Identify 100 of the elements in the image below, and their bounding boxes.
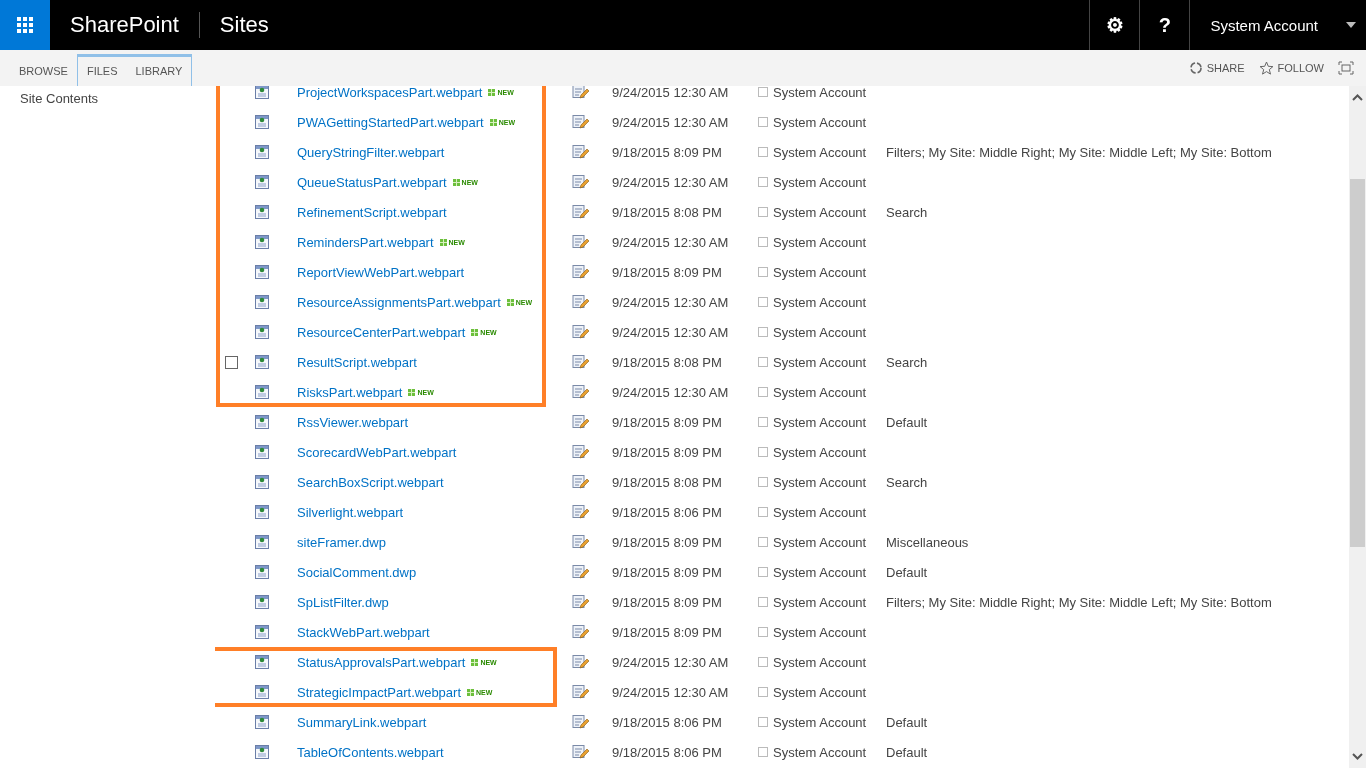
presence-icon — [758, 537, 768, 547]
webpart-file-icon — [254, 234, 270, 250]
group-text: Search — [886, 474, 928, 490]
app-launcher-button[interactable] — [0, 0, 50, 50]
file-name-link[interactable]: RisksPart.webpart — [297, 384, 403, 400]
edit-properties-icon[interactable] — [572, 654, 589, 670]
ribbon-tab[interactable]: FILES — [77, 57, 127, 86]
modified-date: 9/18/2015 8:09 PM — [612, 534, 723, 550]
edit-properties-icon[interactable] — [572, 86, 589, 100]
file-name-link[interactable]: QueryStringFilter.webpart — [297, 144, 445, 160]
file-name-link[interactable]: ResourceAssignmentsPart.webpart — [297, 294, 501, 310]
row-checkbox[interactable] — [225, 355, 238, 369]
author-name: System Account — [773, 594, 867, 610]
file-name-link[interactable]: SummaryLink.webpart — [297, 714, 427, 730]
modified-date: 9/24/2015 12:30 AM — [612, 384, 730, 400]
edit-properties-icon[interactable] — [572, 564, 589, 580]
file-name-link[interactable]: QueueStatusPart.webpart — [297, 174, 447, 190]
modified-date: 9/18/2015 8:09 PM — [612, 264, 723, 280]
sidebar-link[interactable]: Site Contents — [20, 91, 215, 106]
file-name-link[interactable]: TableOfContents.webpart — [297, 744, 444, 760]
presence-icon — [758, 147, 768, 157]
file-name-link[interactable]: siteFramer.dwp — [297, 534, 386, 550]
focus-icon[interactable] — [1338, 61, 1354, 75]
file-name-link[interactable]: RefinementScript.webpart — [297, 204, 447, 220]
edit-properties-icon[interactable] — [572, 144, 589, 160]
ribbon-tab[interactable]: LIBRARY — [126, 57, 192, 86]
scroll-thumb[interactable] — [1350, 179, 1365, 547]
webpart-file-icon — [254, 264, 270, 280]
webpart-file-icon — [254, 504, 270, 520]
follow-button[interactable]: FOLLOW — [1258, 61, 1324, 75]
author-name: System Account — [773, 324, 867, 340]
webpart-file-icon — [254, 414, 270, 430]
presence-icon — [758, 297, 768, 307]
edit-properties-icon[interactable] — [572, 444, 589, 460]
presence-icon — [758, 177, 768, 187]
file-name-link[interactable]: StrategicImpactPart.webpart — [297, 684, 462, 700]
webpart-file-icon — [254, 174, 270, 190]
group-text: Search — [886, 354, 928, 370]
modified-date: 9/18/2015 8:08 PM — [612, 474, 723, 490]
edit-properties-icon[interactable] — [572, 204, 589, 220]
group-text: Default — [886, 564, 928, 580]
modified-date: 9/24/2015 12:30 AM — [612, 684, 730, 700]
brand-title[interactable]: SharePoint — [70, 12, 200, 38]
file-name-link[interactable]: RemindersPart.webpart — [297, 234, 434, 250]
edit-properties-icon[interactable] — [572, 384, 589, 400]
scroll-down-icon[interactable] — [1352, 753, 1363, 760]
scrollbar[interactable] — [1349, 86, 1366, 768]
edit-properties-icon[interactable] — [572, 264, 589, 280]
edit-properties-icon[interactable] — [572, 504, 589, 520]
file-name-link[interactable]: ResultScript.webpart — [297, 354, 417, 370]
author-name: System Account — [773, 174, 867, 190]
scroll-up-icon[interactable] — [1352, 94, 1363, 101]
edit-properties-icon[interactable] — [572, 174, 589, 190]
presence-icon — [758, 327, 768, 337]
edit-properties-icon[interactable] — [572, 294, 589, 310]
edit-properties-icon[interactable] — [572, 594, 589, 610]
modified-date: 9/18/2015 8:09 PM — [612, 444, 723, 460]
edit-properties-icon[interactable] — [572, 624, 589, 640]
file-name-link[interactable]: ResourceCenterPart.webpart — [297, 324, 466, 340]
modified-date: 9/24/2015 12:30 AM — [612, 234, 730, 250]
edit-properties-icon[interactable] — [572, 354, 589, 370]
edit-properties-icon[interactable] — [572, 324, 589, 340]
webpart-file-icon — [254, 324, 270, 340]
webpart-file-icon — [254, 564, 270, 580]
file-name-link[interactable]: PWAGettingStartedPart.webpart — [297, 114, 484, 130]
edit-properties-icon[interactable] — [572, 234, 589, 250]
file-name-link[interactable]: Silverlight.webpart — [297, 504, 404, 520]
author-name: System Account — [773, 144, 867, 160]
edit-properties-icon[interactable] — [572, 114, 589, 130]
file-name-link[interactable]: SocialComment.dwp — [297, 564, 417, 580]
webpart-file-icon — [254, 714, 270, 730]
modified-date: 9/18/2015 8:09 PM — [612, 624, 723, 640]
section-title[interactable]: Sites — [219, 12, 269, 38]
modified-date: 9/18/2015 8:09 PM — [612, 594, 723, 610]
edit-properties-icon[interactable] — [572, 684, 589, 700]
caret-icon — [1346, 22, 1356, 28]
edit-properties-icon[interactable] — [572, 414, 589, 430]
file-name-link[interactable]: ReportViewWebPart.webpart — [297, 264, 465, 280]
group-text: Miscellaneous — [886, 534, 969, 550]
modified-date: 9/18/2015 8:09 PM — [612, 414, 723, 430]
file-name-link[interactable]: StackWebPart.webpart — [297, 624, 430, 640]
file-name-link[interactable]: ScorecardWebPart.webpart — [297, 444, 457, 460]
edit-properties-icon[interactable] — [572, 534, 589, 550]
modified-date: 9/24/2015 12:30 AM — [612, 114, 730, 130]
edit-properties-icon[interactable] — [572, 474, 589, 490]
share-button[interactable]: SHARE — [1188, 61, 1245, 75]
file-name-link[interactable]: SpListFilter.dwp — [297, 594, 389, 610]
author-name: System Account — [773, 204, 867, 220]
webpart-file-icon — [254, 654, 270, 670]
file-name-link[interactable]: ProjectWorkspacesPart.webpart — [297, 86, 483, 100]
presence-icon — [758, 657, 768, 667]
file-name-link[interactable]: SearchBoxScript.webpart — [297, 474, 444, 490]
file-name-link[interactable]: RssViewer.webpart — [297, 414, 409, 430]
edit-properties-icon[interactable] — [572, 714, 589, 730]
edit-properties-icon[interactable] — [572, 744, 589, 760]
author-name: System Account — [773, 444, 867, 460]
ribbon-tab[interactable]: BROWSE — [10, 57, 77, 86]
modified-date: 9/18/2015 8:09 PM — [612, 144, 723, 160]
presence-icon — [758, 387, 768, 397]
file-name-link[interactable]: StatusApprovalsPart.webpart — [297, 654, 466, 670]
